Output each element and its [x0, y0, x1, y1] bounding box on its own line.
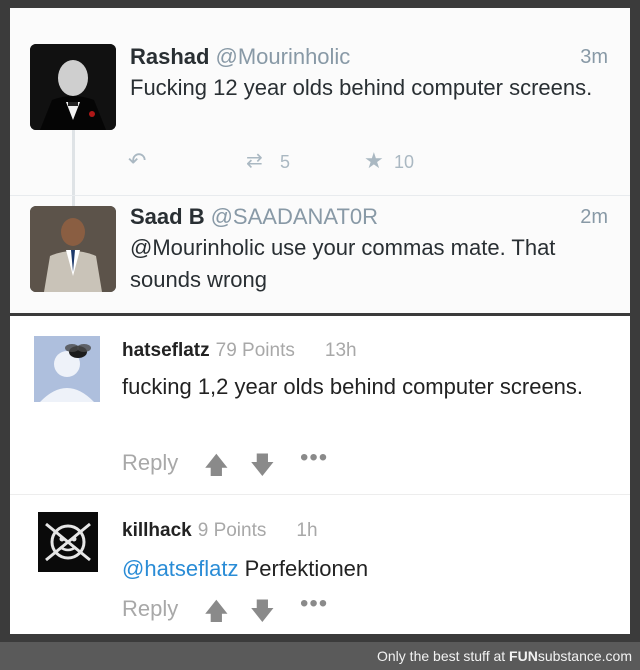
tweet-timestamp[interactable]: 3m: [580, 46, 608, 69]
comment-username[interactable]: killhack: [122, 520, 192, 541]
comment-text: fucking 1,2 year olds behind computer sc…: [122, 374, 584, 399]
footer-watermark: Only the best stuff at FUNsubstance.com: [377, 648, 632, 664]
upvote-arrow-icon[interactable]: 🡅: [204, 594, 229, 634]
comment-time: 1h: [296, 520, 318, 541]
reply-icon[interactable]: ↶: [128, 148, 146, 174]
footer-brand-bold: FUN: [509, 648, 538, 664]
more-options-icon[interactable]: •••: [300, 590, 328, 618]
upvote-arrow-icon[interactable]: 🡅: [204, 448, 229, 489]
comment-username[interactable]: hatseflatz: [122, 340, 210, 361]
tweet-author[interactable]: Rashad @Mourinholic: [130, 44, 350, 70]
reply-button[interactable]: Reply: [122, 450, 178, 476]
footer-suffix: .com: [601, 648, 632, 664]
tweet-timestamp[interactable]: 2m: [580, 206, 608, 229]
comment-points: 79 Points: [215, 340, 295, 361]
retweet-count: 5: [280, 152, 291, 172]
tweet-author-name[interactable]: Rashad: [130, 44, 209, 69]
downvote-arrow-icon[interactable]: 🡇: [250, 448, 275, 489]
tweet-text: Fucking 12 year olds behind computer scr…: [130, 75, 593, 100]
mention-link[interactable]: @hatseflatz: [122, 556, 239, 581]
tweet-author-handle[interactable]: @SAADANAT0R: [211, 204, 378, 229]
reply-button[interactable]: Reply: [122, 596, 178, 622]
favorite-star-icon[interactable]: ★: [364, 148, 384, 174]
avatar-hatseflatz[interactable]: [34, 336, 100, 402]
comment-header: killhack 9 Points 1h: [122, 520, 318, 542]
tweet-thread-panel: Rashad @Mourinholic 3m Fucking 12 year ol…: [10, 8, 630, 313]
tweet-author-handle[interactable]: @Mourinholic: [215, 44, 350, 69]
comment-thread-panel: hatseflatz 79 Points 13h fucking 1,2 year …: [10, 316, 630, 634]
avatar-killhack[interactable]: [38, 512, 98, 572]
tweet-author[interactable]: Saad B @SAADANAT0R: [130, 204, 378, 230]
comment-divider: [10, 494, 630, 495]
comment-body: Perfektionen: [244, 556, 369, 581]
footer-prefix: Only the best stuff at: [377, 648, 506, 664]
comment-time: 13h: [324, 340, 357, 361]
footer-brand-rest: substance: [537, 648, 602, 664]
downvote-arrow-icon[interactable]: 🡇: [250, 594, 275, 634]
favorite-count: 10: [394, 152, 415, 172]
comment-header: hatseflatz 79 Points 13h: [122, 340, 357, 362]
avatar-rashad[interactable]: [30, 44, 116, 130]
tweet-author-name[interactable]: Saad B: [130, 204, 205, 229]
comment-text: @hatseflatz Perfektionen: [122, 552, 602, 586]
avatar-saad[interactable]: [30, 206, 116, 292]
more-options-icon[interactable]: •••: [300, 444, 328, 472]
comment-points: 9 Points: [197, 520, 267, 541]
tweet-divider: [10, 195, 630, 196]
tweet-text: @Mourinholic use your commas mate. That …: [130, 235, 556, 292]
retweet-icon[interactable]: ⇄: [246, 148, 263, 173]
